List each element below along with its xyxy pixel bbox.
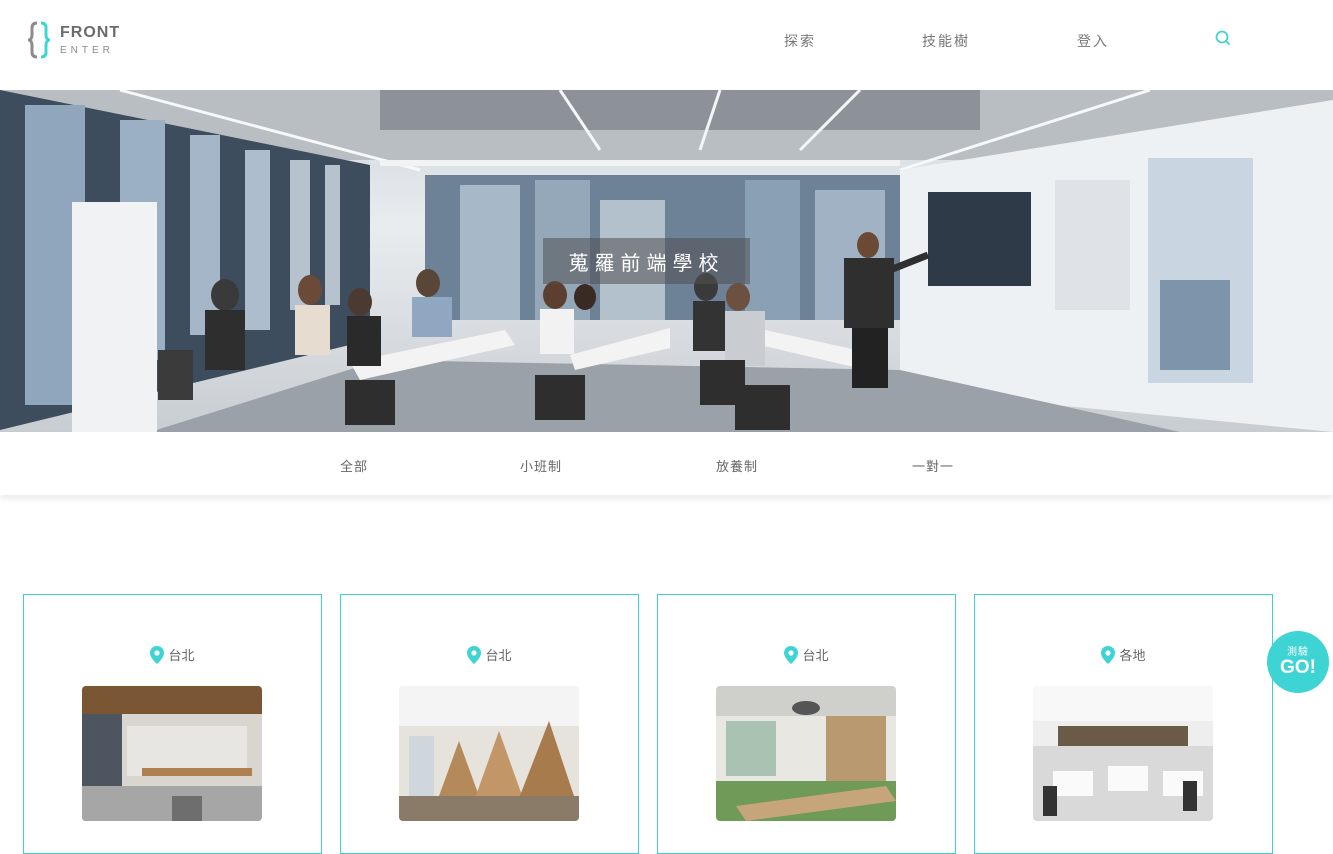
filter-tab-free-range[interactable]: 放養制	[716, 456, 758, 475]
card-image	[716, 686, 896, 821]
quiz-go-button[interactable]: 測驗 GO!	[1267, 631, 1329, 693]
search-icon[interactable]	[1213, 28, 1233, 48]
location-pin-icon	[1101, 645, 1116, 664]
brace-logo-icon	[24, 20, 54, 60]
logo[interactable]: FRONT ENTER	[24, 20, 121, 60]
nav-skill-tree[interactable]: 技能樹	[922, 31, 970, 51]
quiz-go-big-label: GO!	[1280, 657, 1316, 678]
site-header: FRONT ENTER 探索 技能樹 登入	[0, 0, 1333, 90]
card-image	[399, 686, 579, 821]
card-image	[1033, 686, 1213, 821]
school-card[interactable]: 台北	[657, 594, 956, 854]
quiz-go-small-label: 測驗	[1287, 647, 1309, 658]
location-pin-icon	[784, 645, 799, 664]
card-location-label: 台北	[485, 649, 512, 664]
nav-explore[interactable]: 探索	[784, 31, 816, 51]
card-location: 台北	[341, 645, 638, 664]
hero-banner: 蒐羅前端學校	[0, 90, 1333, 432]
filter-tab-small-class[interactable]: 小班制	[520, 456, 562, 475]
filter-tab-one-on-one[interactable]: 一對一	[912, 456, 954, 475]
filter-bar: 全部 小班制 放養制 一對一	[0, 432, 1333, 495]
card-location-label: 台北	[168, 649, 195, 664]
logo-line1: FRONT	[60, 23, 121, 41]
location-pin-icon	[150, 645, 165, 664]
card-location-label: 台北	[802, 649, 829, 664]
card-location-label: 各地	[1119, 649, 1146, 664]
location-pin-icon	[467, 645, 482, 664]
card-image	[82, 686, 262, 821]
school-card[interactable]: 各地	[974, 594, 1273, 854]
card-location: 台北	[658, 645, 955, 664]
filter-tab-all[interactable]: 全部	[340, 456, 368, 475]
card-location: 各地	[975, 645, 1272, 664]
card-location: 台北	[24, 645, 321, 664]
school-card[interactable]: 台北	[340, 594, 639, 854]
school-card[interactable]: 台北	[23, 594, 322, 854]
hero-title: 蒐羅前端學校	[543, 238, 750, 284]
nav-login[interactable]: 登入	[1077, 31, 1109, 51]
logo-line2: ENTER	[60, 44, 114, 56]
